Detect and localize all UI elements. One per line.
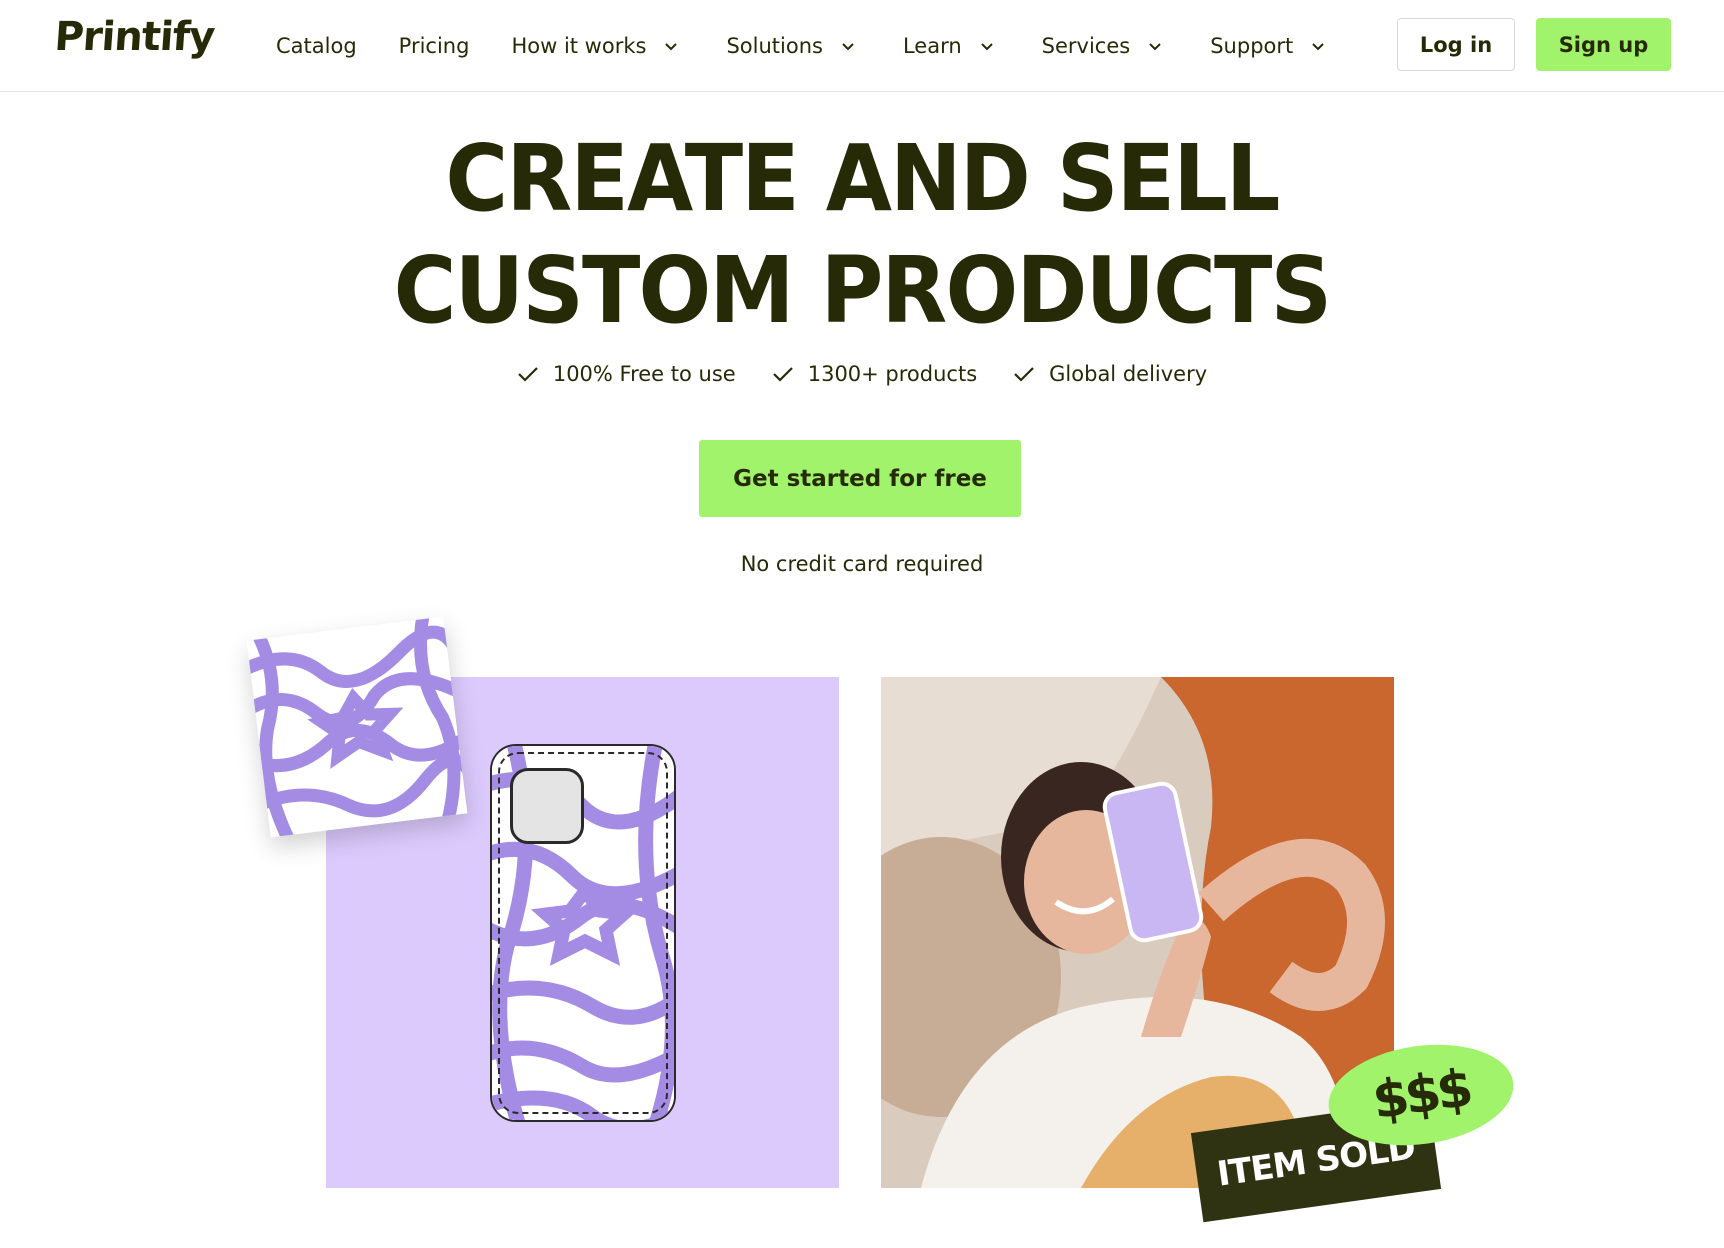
feature-label: 100% Free to use	[552, 362, 736, 386]
nav-learn[interactable]: Learn	[903, 0, 994, 92]
swirl-design-tile	[246, 616, 468, 838]
chevron-down-icon	[841, 39, 855, 53]
login-button[interactable]: Log in	[1397, 18, 1515, 71]
check-icon	[518, 367, 538, 382]
hero-title: CREATE AND SELL CUSTOM PRODUCTS	[60, 123, 1663, 347]
nav-support[interactable]: Support	[1210, 0, 1325, 92]
nav-label: Solutions	[726, 34, 823, 58]
hero-title-line-1: CREATE AND SELL	[445, 125, 1280, 232]
nav-label: How it works	[511, 34, 647, 58]
printify-logo[interactable]: Printify	[53, 14, 216, 60]
nav-pricing[interactable]: Pricing	[399, 0, 470, 92]
nav-label: Support	[1210, 34, 1294, 58]
nav-how-it-works[interactable]: How it works	[511, 0, 678, 92]
phone-case-mockup	[490, 744, 676, 1122]
signup-button[interactable]: Sign up	[1536, 18, 1671, 71]
check-icon	[1014, 367, 1034, 382]
feature-list: 100% Free to use 1300+ products Global d…	[0, 362, 1724, 386]
nav-label: Learn	[902, 34, 962, 58]
feature-item: 100% Free to use	[517, 362, 736, 386]
chevron-down-icon	[664, 39, 678, 53]
chevron-down-icon	[1311, 39, 1325, 53]
nav-label: Catalog	[276, 34, 357, 58]
page: Printify Catalog Pricing How it works So…	[0, 0, 1724, 1248]
hero-title-line-2: CUSTOM PRODUCTS	[393, 237, 1332, 344]
feature-label: Global delivery	[1049, 362, 1208, 386]
site-header: Printify Catalog Pricing How it works So…	[0, 0, 1724, 92]
main-nav: Catalog Pricing How it works Solutions L…	[276, 0, 1325, 92]
nav-label: Services	[1041, 34, 1131, 58]
nav-label: Pricing	[398, 34, 470, 58]
nav-services[interactable]: Services	[1042, 0, 1163, 92]
camera-cutout	[510, 768, 584, 844]
feature-item: Global delivery	[1013, 362, 1207, 386]
chevron-down-icon	[980, 39, 994, 53]
chevron-down-icon	[1148, 39, 1162, 53]
feature-item: 1300+ products	[772, 362, 977, 386]
feature-label: 1300+ products	[807, 362, 978, 386]
get-started-button[interactable]: Get started for free	[699, 440, 1021, 517]
nav-catalog[interactable]: Catalog	[276, 0, 357, 92]
check-icon	[772, 367, 793, 382]
cta-note: No credit card required	[740, 552, 984, 576]
nav-solutions[interactable]: Solutions	[726, 0, 855, 92]
lifestyle-photo	[881, 677, 1394, 1188]
